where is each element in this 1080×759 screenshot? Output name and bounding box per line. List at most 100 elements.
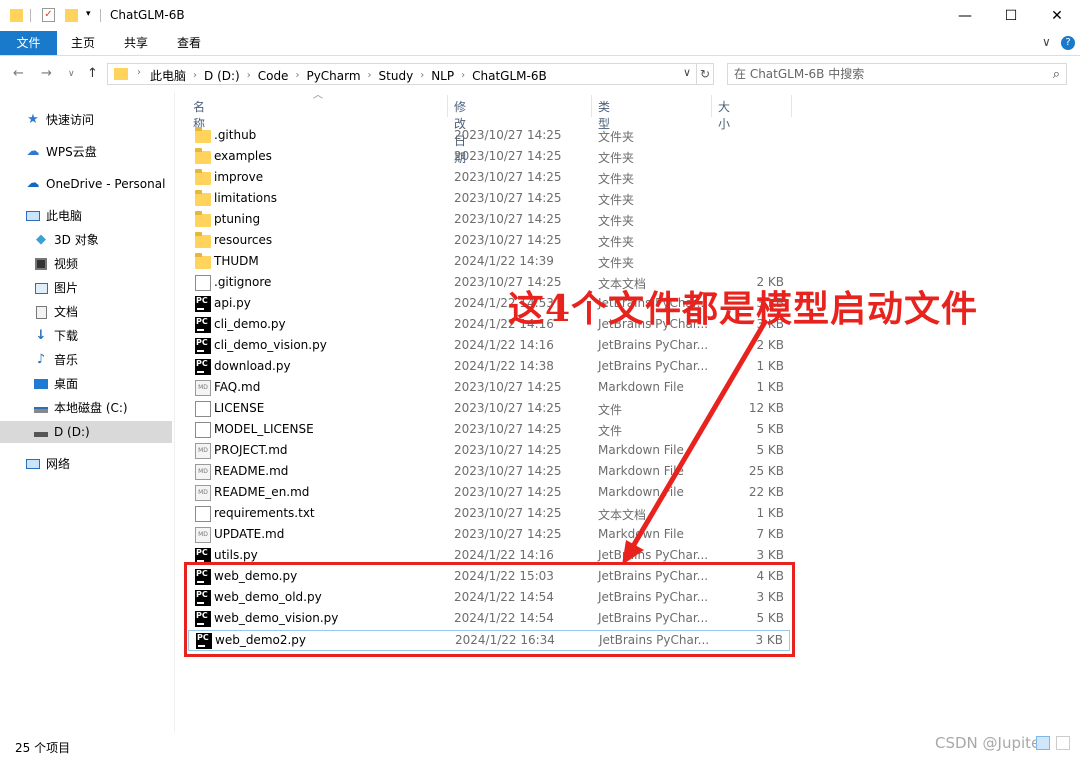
tab-share[interactable]: 共享 (116, 31, 156, 55)
customize-toolbar-icon[interactable]: ▾ (86, 9, 91, 19)
file-row[interactable]: MD PROJECT.md 2023/10/27 14:25 Markdown Fil… (188, 441, 790, 462)
breadcrumb-item[interactable]: Code (256, 69, 291, 83)
chevron-right-icon: › (367, 70, 372, 81)
file-row[interactable]: ptuning 2023/10/27 14:25 文件夹 (188, 210, 790, 231)
forward-icon[interactable]: → (41, 66, 52, 81)
tab-home[interactable]: 主页 (63, 31, 103, 55)
file-row[interactable]: improve 2023/10/27 14:25 文件夹 (188, 168, 790, 189)
nav-item-3d-objects[interactable]: ◆ 3D 对象 (33, 229, 99, 251)
chevron-right-icon: › (246, 70, 251, 81)
column-divider[interactable] (591, 95, 592, 117)
search-icon: ⌕ (1052, 67, 1060, 82)
chevron-right-icon: › (420, 70, 425, 81)
file-type: 文件夹 (598, 214, 635, 228)
file-date: 2024/1/22 14:39 (454, 254, 554, 268)
file-row[interactable]: examples 2023/10/27 14:25 文件夹 (188, 147, 790, 168)
file-row[interactable]: MD README_en.md 2023/10/27 14:25 Markdown F… (188, 483, 790, 504)
onedrive-icon: ☁ (26, 176, 40, 191)
cube-icon: ◆ (36, 232, 46, 247)
nav-item-documents[interactable]: 文档 (33, 301, 78, 323)
nav-item-drive-d[interactable]: D (D:) (0, 421, 172, 443)
download-icon: ↓ (35, 328, 47, 343)
file-row[interactable]: requirements.txt 2023/10/27 14:25 文本文档 1 KB (188, 504, 790, 525)
tab-view[interactable]: 查看 (169, 31, 209, 55)
expand-ribbon-icon[interactable]: ∨ (1042, 35, 1051, 49)
file-date: 2023/10/27 14:25 (454, 233, 562, 247)
file-name: UPDATE.md (214, 527, 285, 541)
file-size: 5 KB (756, 443, 784, 457)
file-size: 5 KB (756, 422, 784, 436)
nav-item-label: 音乐 (54, 353, 79, 367)
nav-item-downloads[interactable]: ↓ 下载 (33, 325, 78, 347)
nav-item-music[interactable]: ♪ 音乐 (33, 349, 78, 371)
file-row[interactable]: MD README.md 2023/10/27 14:25 Markdown File… (188, 462, 790, 483)
file-row[interactable]: PC download.py 2024/1/22 14:38 JetBrains Py… (188, 357, 790, 378)
file-row[interactable]: PC cli_demo_vision.py 2024/1/22 14:16 JetBr… (188, 336, 790, 357)
details-view-button[interactable] (1036, 736, 1050, 750)
file-name: .github (214, 128, 257, 142)
annotation-text: 这4个文件都是模型启动文件 (508, 288, 979, 330)
file-row[interactable]: resources 2023/10/27 14:25 文件夹 (188, 231, 790, 252)
nav-item-label: D (D:) (54, 425, 90, 439)
chevron-down-icon[interactable]: ∨ (683, 66, 691, 79)
file-size: 2 KB (756, 338, 784, 352)
large-icons-view-button[interactable] (1056, 736, 1070, 750)
new-folder-icon[interactable] (65, 9, 78, 22)
cloud-icon: ☁ (26, 144, 40, 159)
breadcrumb-item[interactable]: NLP (429, 69, 456, 83)
file-row[interactable]: MD UPDATE.md 2023/10/27 14:25 Markdown File… (188, 525, 790, 546)
column-divider[interactable] (447, 95, 448, 117)
file-row[interactable]: LICENSE 2023/10/27 14:25 文件 12 KB (188, 399, 790, 420)
column-divider[interactable] (711, 95, 712, 117)
refresh-button[interactable]: ↻ (697, 63, 714, 85)
folder-icon (195, 211, 211, 227)
breadcrumb-item[interactable]: Study (377, 69, 416, 83)
search-box[interactable]: ⌕ (727, 63, 1067, 85)
file-row[interactable]: THUDM 2024/1/22 14:39 文件夹 (188, 252, 790, 273)
video-icon (33, 257, 49, 271)
help-icon[interactable]: ? (1061, 36, 1075, 50)
properties-icon[interactable]: ✓ (42, 8, 55, 22)
nav-item-onedrive[interactable]: ☁ OneDrive - Personal (25, 173, 166, 195)
address-bar[interactable]: › 此电脑 › D (D:) › Code › PyCharm › Study › NLP… (107, 63, 697, 85)
file-row[interactable]: MODEL_LICENSE 2023/10/27 14:25 文件 5 KB (188, 420, 790, 441)
file-row[interactable]: limitations 2023/10/27 14:25 文件夹 (188, 189, 790, 210)
status-bar: 25 个项目 (0, 732, 1080, 759)
close-button[interactable]: ✕ (1034, 0, 1080, 31)
folder-icon[interactable] (10, 9, 23, 22)
nav-item-network[interactable]: 网络 (25, 453, 70, 475)
file-type: JetBrains PyChar... (598, 338, 709, 352)
search-input[interactable] (734, 67, 1034, 81)
recent-locations-icon[interactable]: ∨ (68, 69, 75, 79)
file-row[interactable]: .github 2023/10/27 14:25 文件夹 (188, 126, 790, 147)
up-icon[interactable]: ↑ (87, 66, 98, 81)
file-size: 1 KB (756, 506, 784, 520)
nav-item-label: 网络 (46, 457, 71, 471)
breadcrumb-item[interactable]: 此电脑 (148, 67, 188, 84)
breadcrumb-item[interactable]: D (D:) (202, 69, 242, 83)
title-bar: ✓ ▾ ChatGLM-6B — ☐ ✕ (0, 0, 1080, 31)
nav-item-this-pc[interactable]: 此电脑 (25, 205, 82, 227)
computer-icon (25, 209, 41, 223)
breadcrumb-item[interactable]: PyCharm (304, 69, 362, 83)
file-size: 1 KB (756, 359, 784, 373)
minimize-button[interactable]: — (942, 0, 988, 31)
chevron-right-icon: › (295, 70, 300, 81)
nav-item-wps-cloud[interactable]: ☁ WPS云盘 (25, 141, 97, 163)
nav-item-pictures[interactable]: 图片 (33, 277, 78, 299)
column-divider[interactable] (791, 95, 792, 117)
nav-item-local-disk-c[interactable]: 本地磁盘 (C:) (33, 397, 128, 419)
file-size: 1 KB (756, 380, 784, 394)
nav-item-quick-access[interactable]: ★ 快速访问 (25, 109, 94, 131)
network-icon (25, 457, 41, 471)
file-row[interactable]: MD FAQ.md 2023/10/27 14:25 Markdown File 1 K… (188, 378, 790, 399)
nav-item-desktop[interactable]: 桌面 (33, 373, 78, 395)
breadcrumb-item[interactable]: ChatGLM-6B (470, 69, 549, 83)
nav-item-videos[interactable]: 视频 (33, 253, 78, 275)
back-icon[interactable]: ← (13, 66, 24, 81)
file-date: 2023/10/27 14:25 (454, 170, 562, 184)
nav-item-label: 3D 对象 (54, 233, 99, 247)
file-type: Markdown File (598, 485, 684, 499)
maximize-button[interactable]: ☐ (988, 0, 1034, 31)
tab-file[interactable]: 文件 (0, 31, 57, 55)
